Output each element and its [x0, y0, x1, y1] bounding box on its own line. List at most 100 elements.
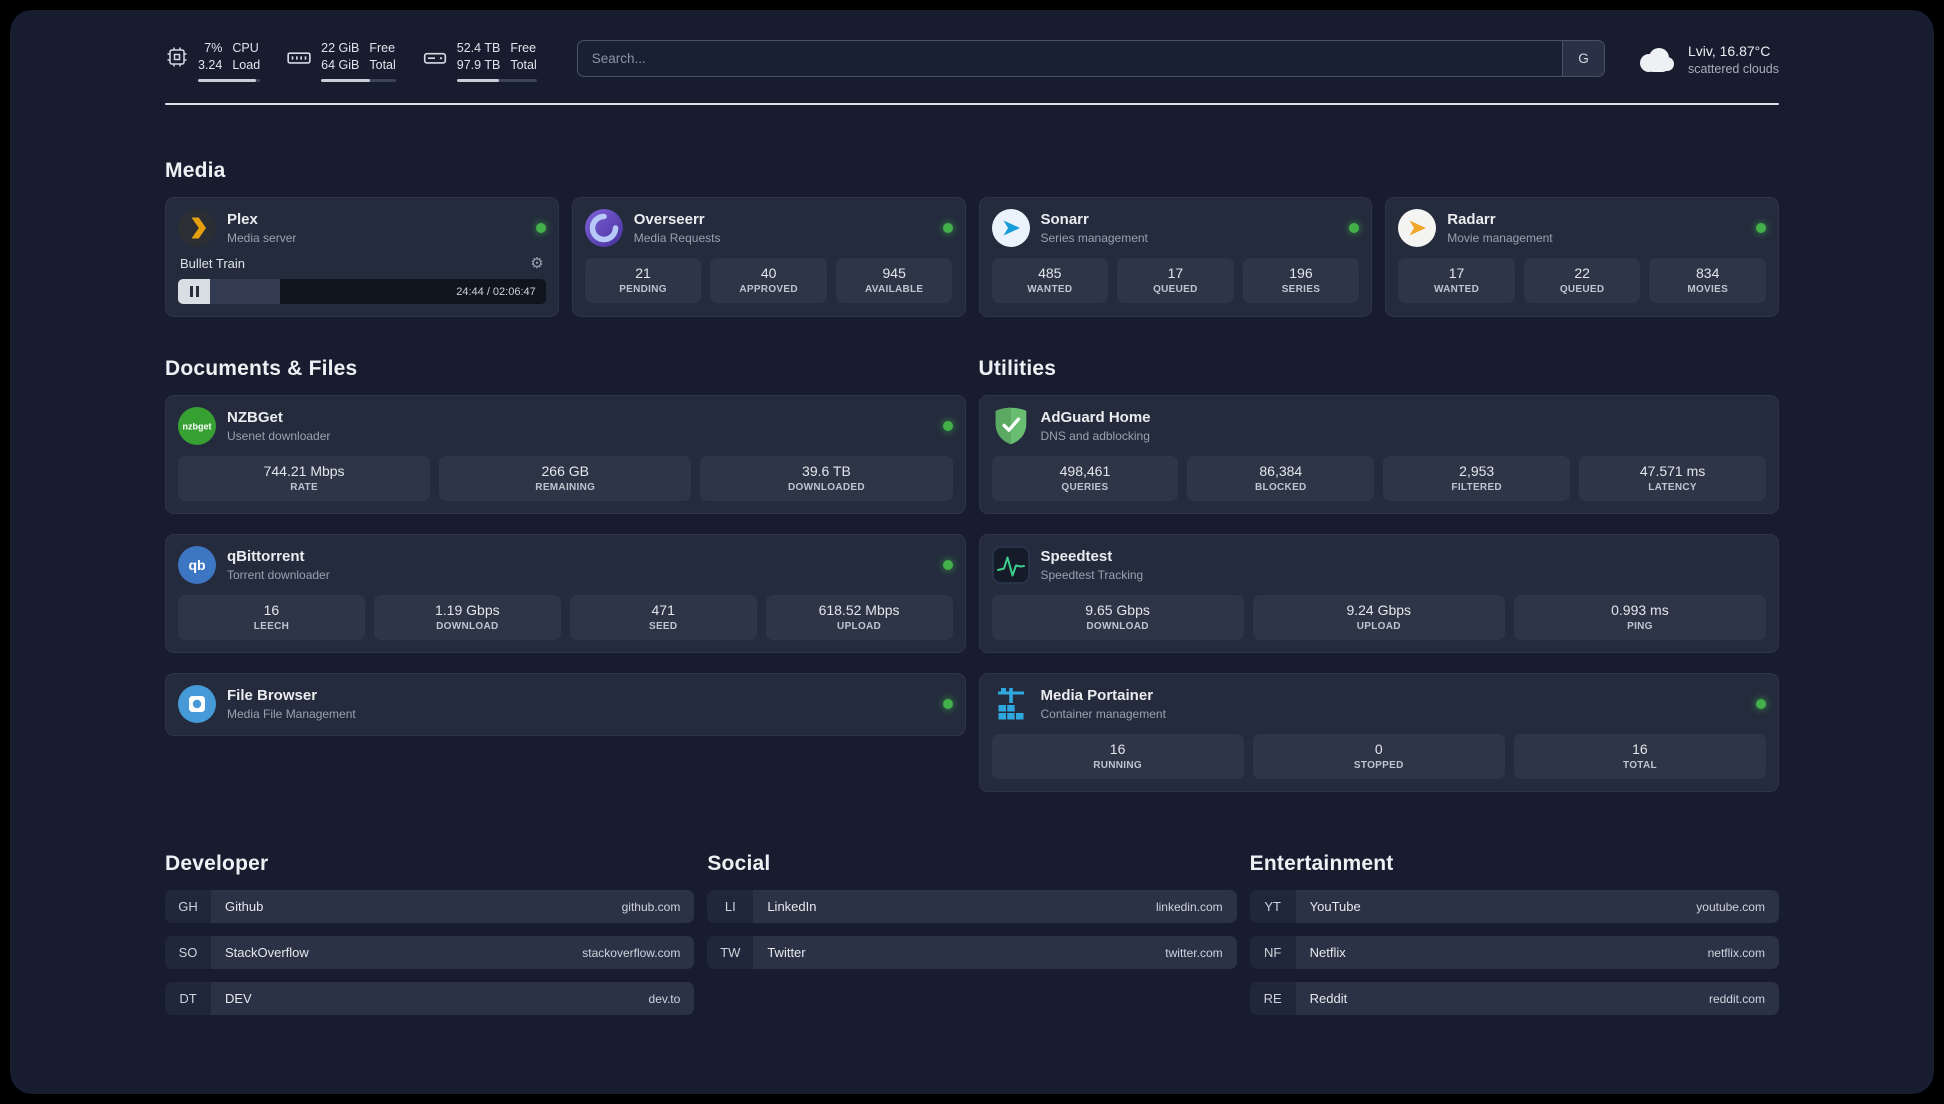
cpu-progress-bar	[198, 79, 261, 82]
documents-section: Documents & Files nzbget NZBGet Usenet d	[165, 357, 966, 736]
stat-box: 9.24 Gbps UPLOAD	[1252, 595, 1505, 640]
status-dot	[1756, 699, 1766, 709]
bookmark-name: DEV	[225, 991, 252, 1006]
service-card-nzbget[interactable]: nzbget NZBGet Usenet downloader 744.21 M…	[165, 395, 966, 514]
ram-progress-bar	[321, 79, 396, 82]
stat-box: 86,384 BLOCKED	[1187, 456, 1375, 501]
disk-total-value: 97.9 TB	[456, 58, 501, 72]
stat-box: 47.571 ms LATENCY	[1579, 456, 1766, 501]
stat-value: 17	[1167, 265, 1184, 281]
stat-label: WANTED	[1433, 284, 1480, 295]
stat-value: 945	[882, 265, 906, 281]
stat-label: BLOCKED	[1255, 482, 1307, 493]
stat-label: QUERIES	[1061, 482, 1109, 493]
ram-metric: 22 GiB 64 GiB Free Total	[286, 41, 396, 82]
service-name: Plex	[227, 211, 258, 228]
filebrowser-icon	[178, 685, 216, 723]
stat-label: DOWNLOAD	[1086, 621, 1149, 632]
status-dot	[942, 421, 953, 431]
bookmark-github[interactable]: GH Github github.com	[165, 890, 695, 923]
disk-total-label: Total	[510, 58, 537, 72]
stat-box: 266 GB REMAINING	[439, 456, 692, 501]
cpu-load-label: Load	[232, 58, 261, 72]
service-card-overseerr[interactable]: Overseerr Media Requests 21 PENDING 40 A…	[571, 197, 966, 317]
stat-box: 17 WANTED	[1398, 258, 1515, 303]
stat-value: 618.52 Mbps	[818, 602, 900, 618]
bookmark-abbr: TW	[707, 936, 754, 969]
stat-label: APPROVED	[739, 284, 798, 295]
stat-value: 17	[1448, 265, 1465, 281]
service-name: Overseerr	[633, 211, 705, 228]
service-card-filebrowser[interactable]: File Browser Media File Management	[165, 673, 966, 736]
bookmark-abbr: SO	[165, 936, 211, 969]
bookmark-linkedin[interactable]: LI LinkedIn linkedin.com	[707, 890, 1237, 923]
stat-label: LEECH	[253, 621, 290, 632]
bookmark-netflix[interactable]: NF Netflix netflix.com	[1249, 936, 1779, 969]
bookmark-abbr: LI	[707, 890, 754, 923]
bookmark-url: netflix.com	[1707, 945, 1765, 960]
cpu-percent: 7%	[204, 41, 223, 55]
bookmark-youtube[interactable]: YT YouTube youtube.com	[1249, 890, 1779, 923]
stat-label: QUEUED	[1153, 284, 1198, 295]
service-card-adguard[interactable]: AdGuard Home DNS and adblocking 498,461 …	[978, 395, 1779, 514]
cpu-load-value: 3.24	[198, 58, 223, 72]
search-engine-button[interactable]: G	[1561, 41, 1604, 76]
utilities-section-title: Utilities	[978, 357, 1057, 380]
bookmark-name: Twitter	[767, 945, 806, 960]
stat-value: 39.6 TB	[802, 463, 851, 479]
service-card-plex[interactable]: Plex Media server Bullet Train ⚙ 24:44 /…	[165, 197, 559, 317]
gear-icon[interactable]: ⚙	[530, 256, 543, 271]
weather-widget: Lviv, 16.87°C scattered clouds	[1635, 43, 1779, 76]
stat-box: 40 APPROVED	[710, 258, 827, 303]
pause-button[interactable]	[178, 279, 210, 304]
weather-location: Lviv, 16.87°C	[1687, 43, 1771, 59]
stat-label: UPLOAD	[837, 621, 882, 632]
service-card-sonarr[interactable]: Sonarr Series management 485 WANTED 17 Q…	[978, 197, 1373, 317]
service-subtitle: Media File Management	[227, 707, 356, 721]
stat-label: TOTAL	[1622, 760, 1657, 771]
service-subtitle: Torrent downloader	[227, 568, 330, 582]
top-bar: 7% 3.24 CPU Load 22 GiB 64 GiB Free Tota…	[165, 40, 1779, 83]
service-card-speedtest[interactable]: Speedtest Speedtest Tracking 9.65 Gbps D…	[978, 534, 1779, 653]
bookmark-url: reddit.com	[1708, 991, 1765, 1006]
bookmark-url: dev.to	[648, 991, 681, 1006]
ram-icon	[286, 45, 312, 71]
service-name: qBittorrent	[227, 548, 305, 565]
bookmark-dev[interactable]: DT DEV dev.to	[165, 982, 695, 1015]
svg-text:qb: qb	[188, 557, 205, 573]
playback-progress	[210, 279, 280, 304]
stat-value: 0	[1374, 741, 1383, 757]
cpu-label: CPU	[232, 41, 259, 55]
stat-value: 9.65 Gbps	[1085, 602, 1150, 618]
playback-time: 24:44 / 02:06:47	[456, 285, 536, 298]
documents-section-title: Documents & Files	[165, 357, 358, 380]
bookmark-twitter[interactable]: TW Twitter twitter.com	[707, 936, 1237, 969]
disk-metric: 52.4 TB 97.9 TB Free Total	[422, 41, 537, 82]
bookmark-reddit[interactable]: RE Reddit reddit.com	[1249, 982, 1779, 1015]
service-name: File Browser	[227, 687, 318, 704]
overseerr-icon	[584, 209, 623, 247]
stat-box: 834 MOVIES	[1649, 258, 1766, 303]
bookmark-abbr: DT	[165, 982, 211, 1015]
stat-value: 86,384	[1259, 463, 1303, 479]
stat-value: 196	[1289, 265, 1313, 281]
stat-value: 47.571 ms	[1639, 463, 1706, 479]
search-input[interactable]	[577, 41, 1562, 76]
bookmark-stackoverflow[interactable]: SO StackOverflow stackoverflow.com	[165, 936, 695, 969]
status-dot	[535, 223, 546, 233]
service-card-radarr[interactable]: Radarr Movie management 17 WANTED 22 QUE…	[1385, 197, 1779, 317]
stat-value: 471	[651, 602, 675, 618]
stat-label: QUEUED	[1559, 284, 1605, 295]
playback-bar: 24:44 / 02:06:47	[178, 279, 546, 304]
stat-value: 1.19 Gbps	[435, 602, 500, 618]
stat-box: 17 QUEUED	[1117, 258, 1234, 303]
service-card-qbittorrent[interactable]: qb qBittorrent Torrent downloader 16 LEE…	[165, 534, 966, 653]
ram-progress-fill	[321, 79, 371, 82]
status-dot	[942, 560, 953, 570]
stat-box: 618.52 Mbps UPLOAD	[765, 595, 953, 640]
stat-box: 196 SERIES	[1242, 258, 1360, 303]
service-card-portainer[interactable]: Media Portainer Container management 16 …	[978, 673, 1779, 792]
stat-box: 9.65 Gbps DOWNLOAD	[991, 595, 1244, 640]
stat-box: 471 SEED	[569, 595, 757, 640]
entertainment-section: Entertainment YT YouTube youtube.com NF …	[1249, 852, 1779, 1028]
